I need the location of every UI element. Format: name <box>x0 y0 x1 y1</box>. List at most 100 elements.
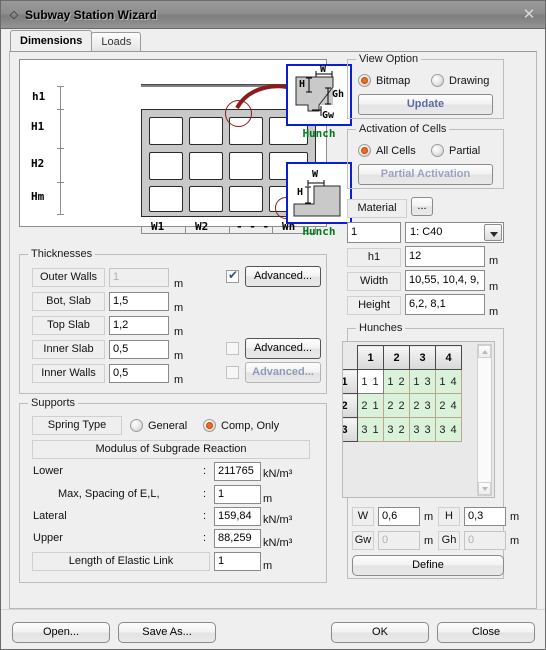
input-bot-slab[interactable]: 1,5 <box>109 292 169 311</box>
cell-2-4[interactable]: 2 4 <box>435 393 462 418</box>
radio-spring-comp-only[interactable] <box>203 419 216 432</box>
cell-1-1[interactable]: 1 1 <box>357 369 384 394</box>
cell-3-3[interactable]: 3 3 <box>409 417 436 442</box>
radio-bitmap[interactable] <box>358 74 371 87</box>
row-header-1[interactable]: 1 <box>343 369 358 394</box>
label-spring-general: General <box>148 420 188 432</box>
input-top-slab[interactable]: 1,2 <box>109 316 169 335</box>
input-hunch-w[interactable]: 0,6 <box>378 507 420 526</box>
colon-lower: : <box>203 465 207 477</box>
cell-2-3[interactable]: 2 3 <box>409 393 436 418</box>
label-length-elastic-link: Length of Elastic Link <box>32 552 210 571</box>
label-bitmap: Bitmap <box>376 75 411 87</box>
button-advanced-outer-walls[interactable]: Advanced... <box>245 266 321 287</box>
input-h1[interactable]: 12 <box>405 246 485 267</box>
tab-dimensions[interactable]: Dimensions <box>10 30 93 51</box>
dim-tick <box>57 109 64 110</box>
header-modulus-subgrade-reaction: Modulus of Subgrade Reaction <box>32 440 310 459</box>
system-menu-icon[interactable]: ◇ <box>7 8 21 22</box>
button-advanced-inner-walls: Advanced... <box>245 362 321 383</box>
button-save-as[interactable]: Save As... <box>118 622 216 643</box>
input-hunch-gw[interactable]: 0 <box>378 531 420 550</box>
input-hunch-h[interactable]: 0,3 <box>464 507 506 526</box>
cell-1-4[interactable]: 1 4 <box>435 369 462 394</box>
label-width: Width <box>347 272 401 291</box>
cell-1-3[interactable]: 1 3 <box>409 369 436 394</box>
label-outer-walls: Outer Walls <box>32 268 105 287</box>
hunches-table-scrollbar[interactable] <box>477 344 492 496</box>
radio-all-cells[interactable] <box>358 144 371 157</box>
cell-3-2[interactable]: 3 2 <box>383 417 410 442</box>
scroll-up-icon[interactable] <box>478 345 491 358</box>
label-hunch-h: H <box>438 507 460 526</box>
unit-outer-walls: m <box>174 278 184 290</box>
checkbox-inner-slab-advanced[interactable] <box>226 342 239 355</box>
checkbox-outer-walls-advanced[interactable] <box>226 268 239 283</box>
cell-3-1[interactable]: 3 1 <box>357 417 384 442</box>
cell <box>149 117 183 145</box>
input-outer-walls[interactable]: 1 <box>109 268 169 287</box>
col-header-1[interactable]: 1 <box>357 345 384 370</box>
hunches-table-viewport[interactable]: 1 2 3 4 1 1 1 1 2 1 3 1 4 2 2 1 2 2 2 3 … <box>342 341 495 498</box>
supports-title: Supports <box>28 397 79 409</box>
scroll-down-icon[interactable] <box>478 482 491 495</box>
label-spring-comp-only: Comp, Only <box>221 420 280 432</box>
chevron-down-icon[interactable] <box>484 224 502 241</box>
input-lateral[interactable]: 159,84 <box>214 507 261 526</box>
table-row: 1 1 1 1 2 1 3 1 4 <box>343 369 462 394</box>
row-header-2[interactable]: 2 <box>343 393 358 418</box>
label-partial: Partial <box>449 145 481 157</box>
window-title: Subway Station Wizard <box>25 7 157 22</box>
input-width[interactable]: 10,55, 10,4, 9, <box>405 270 485 291</box>
input-lower[interactable]: 211765 <box>214 462 261 481</box>
input-material-id[interactable]: 1 <box>347 222 401 243</box>
cell-2-2[interactable]: 2 2 <box>383 393 410 418</box>
cell <box>229 152 263 180</box>
hunch-label-H: H <box>299 79 306 90</box>
view-option-title: View Option <box>356 53 422 65</box>
button-ok[interactable]: OK <box>331 622 429 643</box>
close-icon[interactable]: ✕ <box>519 5 539 25</box>
dim-tick <box>57 182 64 183</box>
button-close[interactable]: Close <box>437 622 535 643</box>
col-header-2[interactable]: 2 <box>383 345 410 370</box>
cell <box>189 186 223 212</box>
section-thicknesses: Thicknesses Outer Walls 1 m Advanced... … <box>19 248 327 394</box>
unit-inner-slab: m <box>174 350 184 362</box>
cell-3-4[interactable]: 3 4 <box>435 417 462 442</box>
button-advanced-inner-slab[interactable]: Advanced... <box>245 338 321 359</box>
input-inner-walls[interactable]: 0,5 <box>109 364 169 383</box>
cell-1-2[interactable]: 1 2 <box>383 369 410 394</box>
row-header-3[interactable]: 3 <box>343 417 358 442</box>
vertical-dimension-line <box>60 86 61 214</box>
input-upper[interactable]: 88,259 <box>214 529 261 548</box>
table-row: 2 2 1 2 2 2 3 2 4 <box>343 393 462 418</box>
hunch-label-W: W <box>312 169 319 180</box>
button-define[interactable]: Define <box>352 555 504 576</box>
tab-loads[interactable]: Loads <box>91 32 142 51</box>
radio-spring-general[interactable] <box>130 419 143 432</box>
radio-partial[interactable] <box>431 144 444 157</box>
button-material-browse[interactable]: ... <box>411 197 433 216</box>
label-lower: Lower <box>33 465 63 477</box>
input-length-elastic-link[interactable]: 1 <box>214 552 261 571</box>
radio-drawing[interactable] <box>431 74 444 87</box>
label-Hm: Hm <box>31 190 45 203</box>
hunches-table[interactable]: 1 2 3 4 1 1 1 1 2 1 3 1 4 2 2 1 2 2 2 3 … <box>343 345 462 442</box>
combo-material[interactable]: 1: C40 <box>405 222 504 243</box>
label-material: Material <box>347 199 407 218</box>
input-max-spacing[interactable]: 1 <box>214 485 261 504</box>
label-W1: W1 <box>151 220 165 233</box>
input-hunch-gh[interactable]: 0 <box>464 531 506 550</box>
cell-2-1[interactable]: 2 1 <box>357 393 384 418</box>
button-open[interactable]: Open... <box>12 622 110 643</box>
label-hunch-gh: Gh <box>438 531 460 550</box>
col-header-4[interactable]: 4 <box>435 345 462 370</box>
checkbox-inner-walls-advanced[interactable] <box>226 366 239 379</box>
input-height[interactable]: 6,2, 8,1 <box>405 294 485 315</box>
input-inner-slab[interactable]: 0,5 <box>109 340 169 359</box>
button-partial-activation[interactable]: Partial Activation <box>358 164 493 185</box>
col-header-3[interactable]: 3 <box>409 345 436 370</box>
dim-tick <box>272 227 273 234</box>
button-update[interactable]: Update <box>358 94 493 115</box>
